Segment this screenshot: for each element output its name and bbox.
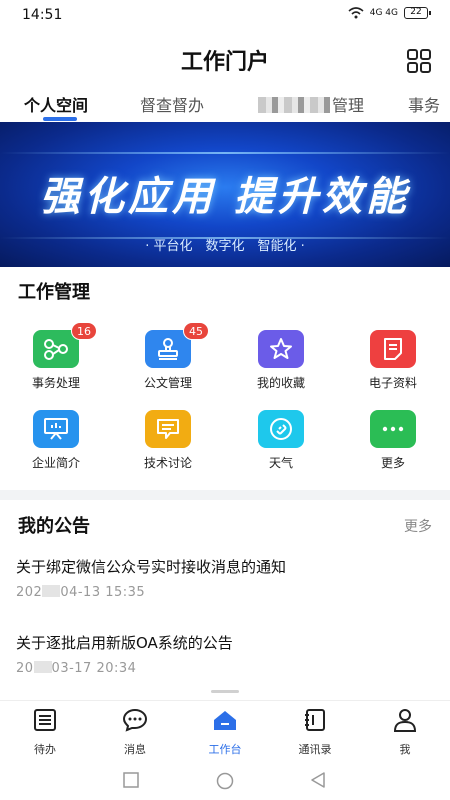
- system-nav-bar: [0, 762, 450, 800]
- notices-more-link[interactable]: 更多: [404, 516, 432, 536]
- star-icon: [258, 330, 304, 368]
- top-tabs: 个人空间 督查督办 管理 事务: [0, 88, 450, 122]
- nav-label: 我: [399, 743, 411, 756]
- tab-supervision[interactable]: 督查督办: [140, 92, 204, 116]
- nav-label: 待办: [34, 743, 56, 756]
- notice-title: 关于绑定微信公众号实时接收消息的通知: [16, 558, 287, 576]
- presentation-icon: [33, 410, 79, 448]
- badge-count: 16: [71, 322, 97, 340]
- nav-label: 消息: [124, 743, 146, 756]
- redacted-block: [33, 661, 52, 673]
- chat-icon: [145, 410, 191, 448]
- grid-item-weather[interactable]: 天气: [225, 410, 337, 471]
- grid-item-label: 公文管理: [143, 376, 192, 390]
- home-icon: [214, 711, 236, 730]
- grid-item-label: 电子资料: [368, 376, 417, 390]
- tab-management[interactable]: 管理: [258, 92, 364, 116]
- wifi-icon: [348, 7, 364, 19]
- grid-item-favorites[interactable]: 我的收藏: [225, 330, 337, 391]
- grid-item-tech-discussion[interactable]: 技术讨论: [112, 410, 224, 471]
- badge-count: 45: [183, 322, 209, 340]
- bottom-nav: 待办 消息 工作台 通讯录 我: [0, 700, 450, 760]
- status-bar: 14:51 4G 4G 22: [0, 0, 450, 30]
- nav-item-todo[interactable]: 待办: [10, 707, 80, 757]
- grid-item-e-materials[interactable]: 电子资料: [337, 330, 449, 391]
- grid-item-label: 事务处理: [31, 376, 80, 390]
- home-button-icon[interactable]: [216, 772, 234, 790]
- document-icon: [370, 330, 416, 368]
- nav-item-contacts[interactable]: 通讯录: [280, 707, 350, 757]
- notice-time: 202 04-13 15:35: [16, 585, 146, 600]
- person-icon: [393, 709, 417, 732]
- work-section-title: 工作管理: [18, 282, 90, 303]
- battery-icon: 22: [404, 7, 431, 19]
- banner-subtitle: · 平台化 数字化 智能化 ·: [145, 239, 305, 254]
- banner[interactable]: 强化应用 提升效能 · 平台化 数字化 智能化 ·: [0, 122, 450, 267]
- section-divider: [0, 490, 450, 500]
- status-time: 14:51: [22, 7, 63, 23]
- notice-time: 20 03-17 20:34: [16, 661, 137, 676]
- grid-item-label: 技术讨论: [143, 456, 192, 470]
- grid-item-more[interactable]: 更多: [337, 410, 449, 471]
- contacts-icon: [305, 709, 325, 731]
- back-icon[interactable]: [310, 772, 326, 788]
- recents-icon[interactable]: [123, 772, 139, 788]
- app-bar: 工作门户: [0, 30, 450, 88]
- signal-text: 4G 4G: [369, 8, 398, 18]
- apps-grid-icon[interactable]: [406, 48, 432, 74]
- tab-indicator: [43, 117, 77, 121]
- grid-item-label: 企业简介: [31, 456, 80, 470]
- notice-item[interactable]: 关于绑定微信公众号实时接收消息的通知 202 04-13 15:35: [16, 556, 286, 600]
- notices-section-title: 我的公告: [18, 516, 90, 537]
- stamp-icon: 45: [145, 322, 209, 368]
- banner-title: 强化应用 提升效能: [40, 173, 410, 220]
- scroll-handle: [211, 690, 239, 693]
- redacted-block: [42, 585, 61, 597]
- grid-item-documents[interactable]: 45 公文管理: [112, 322, 224, 391]
- notice-title: 关于逐批启用新版OA系统的公告: [16, 634, 233, 652]
- tab-personal-space[interactable]: 个人空间: [24, 92, 88, 116]
- page-title: 工作门户: [180, 50, 269, 75]
- nav-item-workbench[interactable]: 工作台: [190, 707, 260, 757]
- nav-item-messages[interactable]: 消息: [100, 707, 170, 757]
- tab-management-label: 管理: [332, 96, 365, 115]
- tab-affairs[interactable]: 事务: [408, 92, 440, 116]
- grid-item-label: 更多: [380, 456, 405, 470]
- grid-item-company-intro[interactable]: 企业简介: [0, 410, 112, 471]
- grid-item-label: 我的收藏: [256, 376, 305, 390]
- banner-light-streak: [0, 152, 450, 154]
- nav-item-me[interactable]: 我: [370, 707, 440, 757]
- nav-label: 工作台: [208, 743, 242, 756]
- nav-label: 通讯录: [298, 743, 332, 756]
- flow-icon: 16: [33, 322, 97, 368]
- redacted-block: [258, 97, 330, 113]
- status-icons: 4G 4G 22: [348, 7, 431, 19]
- message-icon: [122, 708, 148, 732]
- grid-item-label: 天气: [268, 456, 293, 470]
- grid-item-affairs[interactable]: 16 事务处理: [0, 322, 112, 391]
- notice-item[interactable]: 关于逐批启用新版OA系统的公告 20 03-17 20:34: [16, 632, 233, 676]
- link-icon: [258, 410, 304, 448]
- more-icon: [370, 410, 416, 448]
- list-icon: [34, 709, 56, 731]
